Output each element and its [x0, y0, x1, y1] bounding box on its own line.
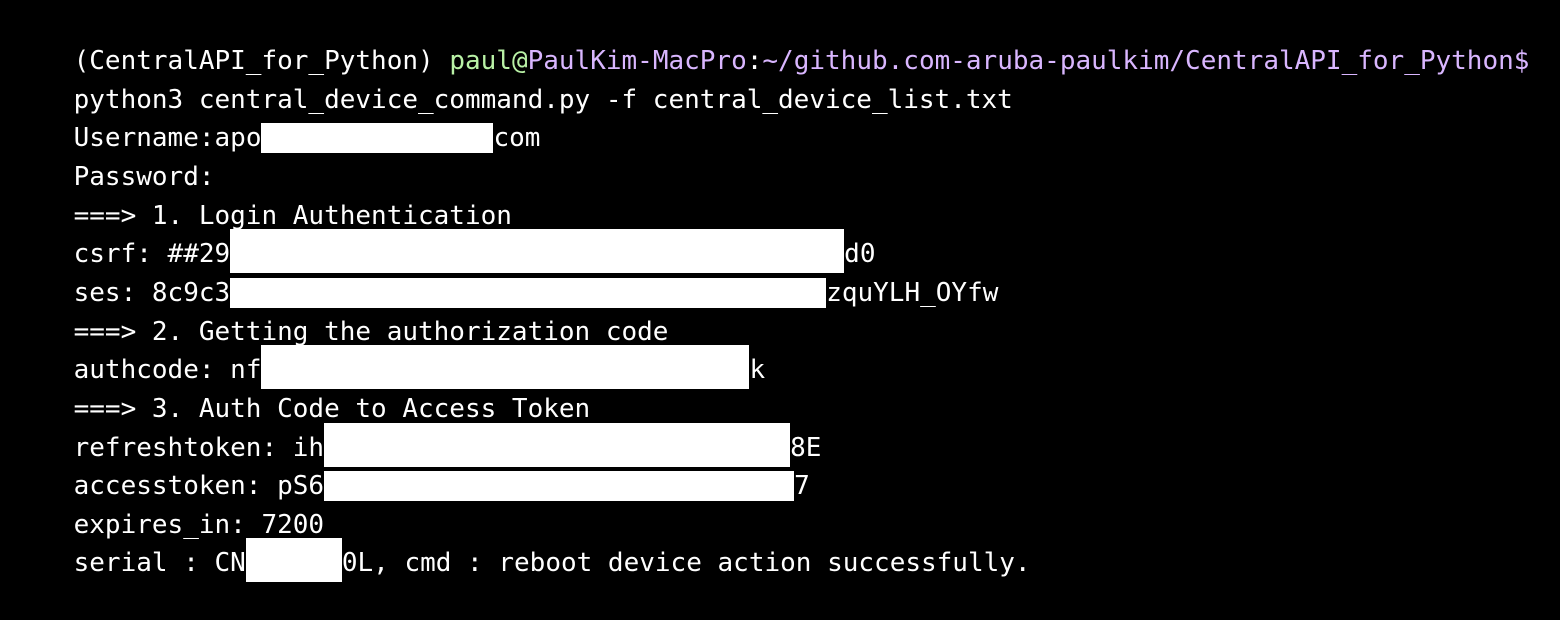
- csrf-line: csrf: ##29 d0: [11, 197, 875, 273]
- redaction-box: [324, 471, 795, 501]
- authcode-suffix: k: [749, 355, 766, 385]
- username-line: Username:apo com: [11, 81, 540, 153]
- refreshtoken-line: refreshtoken: ih 8E: [11, 391, 821, 467]
- step3-line: ===> 3. Auth Code to Access Token: [11, 352, 591, 424]
- expires-line: expires_in: 7200: [11, 468, 324, 540]
- step2-line: ===> 2. Getting the authorization code: [11, 275, 669, 347]
- terminal-window[interactable]: (CentralAPI_for_Python) paul@PaulKim-Mac…: [0, 0, 1560, 582]
- accesstoken-line: accesstoken: pS6 7: [11, 429, 810, 501]
- serial-label: serial :: [73, 548, 215, 578]
- redaction-box: [261, 123, 494, 153]
- authcode-line: authcode: nf k: [11, 313, 765, 389]
- access-suffix: 7: [794, 471, 810, 501]
- serial-prefix: CN: [214, 548, 246, 578]
- ses-suffix: zquYLH_OYfw: [826, 278, 999, 308]
- command-line: python3 central_device_command.py -f cen…: [11, 43, 1013, 115]
- prompt-line: (CentralAPI_for_Python) paul@PaulKim-Mac…: [11, 4, 1530, 76]
- serial-suffix: 0L, cmd : reboot device action successfu…: [341, 548, 1031, 578]
- serial-line: serial : CN 0L, cmd : reboot device actio…: [11, 506, 1031, 582]
- step1-line: ===> 1. Login Authentication: [11, 159, 512, 231]
- username-prefix: apo: [214, 123, 262, 153]
- ses-line: ses: 8c9c3 zquYLH_OYfw: [11, 236, 998, 308]
- username-suffix: com: [493, 123, 541, 153]
- redaction-box: [245, 538, 342, 582]
- password-line: Password:: [11, 120, 215, 192]
